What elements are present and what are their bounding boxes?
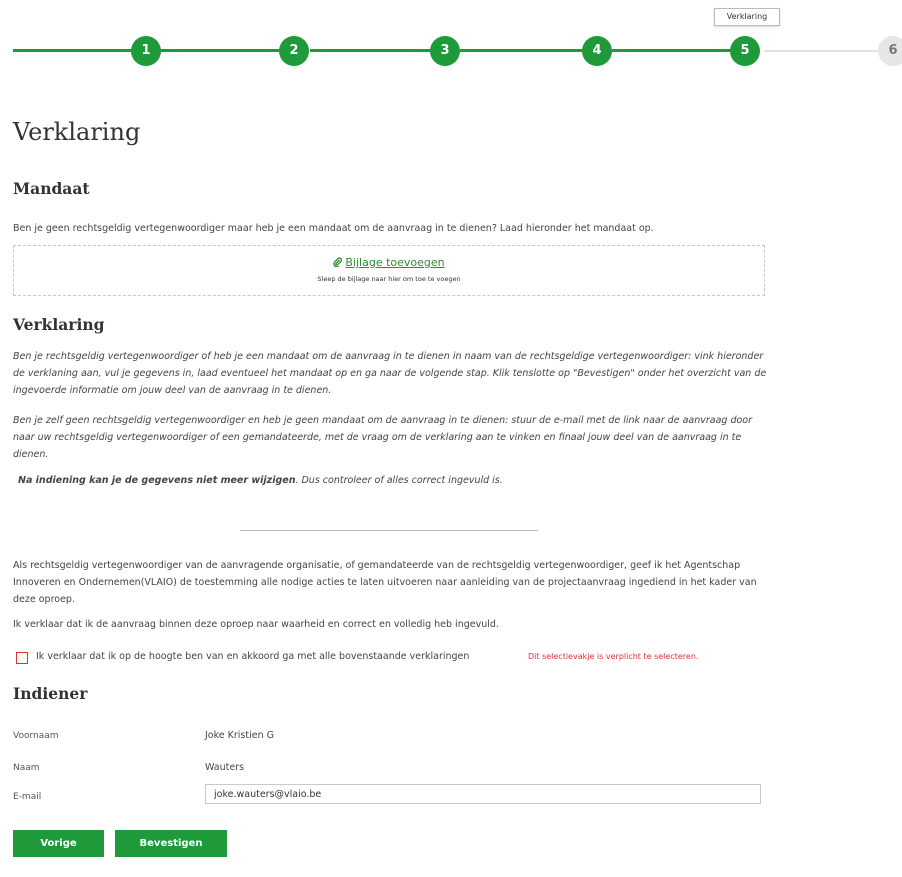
voornaam-label: Voornaam	[13, 731, 59, 741]
step-connector	[460, 49, 584, 52]
submission-warning-rest: . Dus controleer of alles correct ingevu…	[295, 475, 503, 486]
checkbox-error-message: Dit selectievakje is verplicht te select…	[528, 652, 699, 661]
statement-truthfulness: Ik verklaar dat ik de aanvraag binnen de…	[13, 619, 499, 630]
verklaring-instruction-2: Ben je zelf geen rechtsgeldig vertegenwo…	[13, 415, 753, 460]
attachment-dropzone[interactable]: Bijlage toevoegen Sleep de bijlage naar …	[13, 245, 765, 296]
step-connector	[13, 49, 133, 52]
page-title: Verklaring	[13, 118, 141, 146]
step-2[interactable]: 2	[279, 36, 309, 66]
voornaam-value: Joke Kristien G	[205, 730, 274, 741]
dropzone-hint: Sleep de bijlage naar hier om toe te voe…	[317, 275, 461, 283]
section-heading-indiener: Indiener	[13, 684, 88, 703]
step-connector	[612, 49, 732, 52]
back-button[interactable]: Vorige	[13, 830, 104, 857]
agreement-checkbox[interactable]	[16, 652, 28, 664]
step-3[interactable]: 3	[430, 36, 460, 66]
step-tooltip: Verklaring	[714, 8, 780, 26]
confirm-button[interactable]: Bevestigen	[115, 830, 227, 857]
step-connector	[310, 49, 432, 52]
submission-warning: Na indiening kan je de gegevens niet mee…	[18, 472, 758, 489]
paperclip-icon	[333, 257, 343, 268]
step-4[interactable]: 4	[582, 36, 612, 66]
naam-label: Naam	[13, 763, 40, 773]
step-5-active[interactable]: 5	[730, 36, 760, 66]
step-6[interactable]: 6	[878, 36, 902, 66]
section-heading-verklaring: Verklaring	[13, 315, 105, 334]
divider	[240, 530, 538, 531]
step-connector	[160, 49, 280, 52]
section-heading-mandaat: Mandaat	[13, 179, 90, 198]
mandaat-intro: Ben je geen rechtsgeldig vertegenwoordig…	[13, 223, 654, 234]
email-label: E-mail	[13, 792, 42, 802]
add-attachment-link[interactable]: Bijlage toevoegen	[14, 256, 764, 269]
email-field[interactable]	[205, 784, 761, 804]
add-attachment-label: Bijlage toevoegen	[345, 256, 445, 269]
naam-value: Wauters	[205, 762, 245, 773]
step-1[interactable]: 1	[131, 36, 161, 66]
step-connector	[764, 50, 878, 52]
agreement-checkbox-label[interactable]: Ik verklaar dat ik op de hoogte ben van …	[36, 648, 516, 665]
submission-warning-bold: Na indiening kan je de gegevens niet mee…	[18, 475, 296, 486]
verklaring-instruction-1: Ben je rechtsgeldig vertegenwoordiger of…	[13, 351, 767, 396]
statement-authorization: Als rechtsgeldig vertegenwoordiger van d…	[13, 560, 757, 605]
